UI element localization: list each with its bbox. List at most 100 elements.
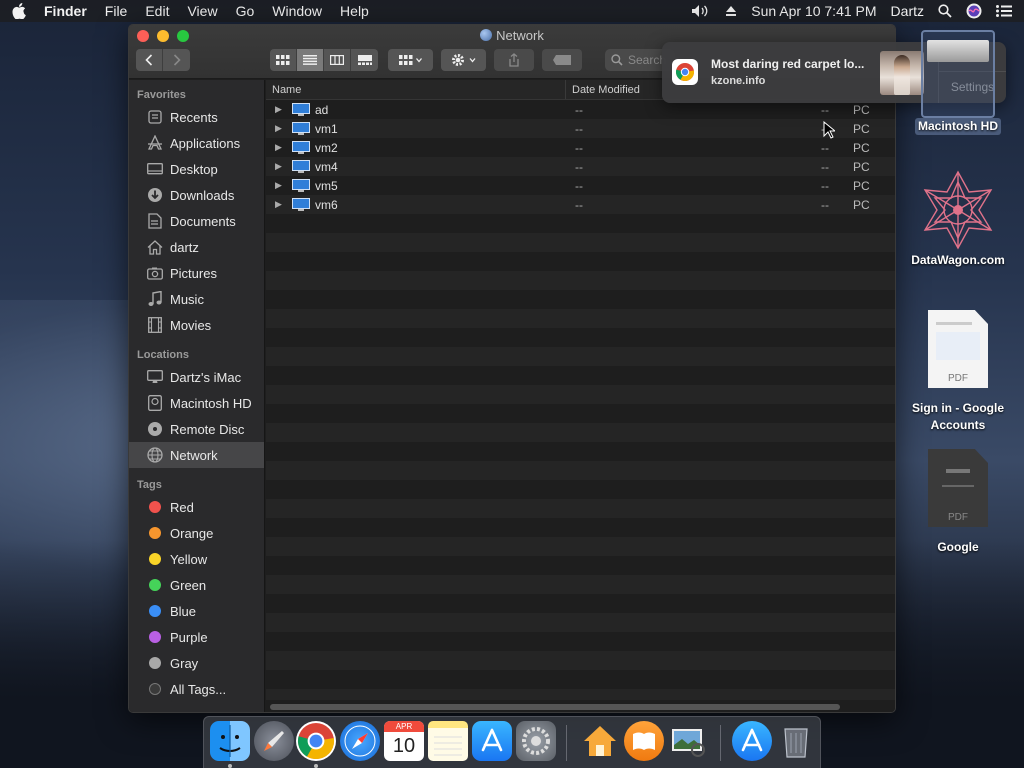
- row-size: --: [821, 197, 829, 212]
- menu-file[interactable]: File: [105, 3, 128, 19]
- calendar-dock-icon[interactable]: APR 10: [384, 721, 424, 761]
- row-name: vm2: [315, 140, 338, 155]
- eject-icon[interactable]: [725, 5, 737, 17]
- books-dock-icon[interactable]: [624, 721, 664, 761]
- sidebar-item-recents[interactable]: Recents: [129, 104, 264, 130]
- disclosure-triangle-icon[interactable]: ▶: [275, 123, 285, 134]
- horizontal-scrollbar[interactable]: [270, 704, 840, 710]
- disclosure-triangle-icon[interactable]: ▶: [275, 142, 285, 153]
- column-header-name[interactable]: Name: [266, 80, 566, 99]
- sidebar-item-tag-green[interactable]: Green: [129, 572, 264, 598]
- table-row[interactable]: ▶ vm6 -- -- PC: [266, 195, 895, 214]
- icon-view-button[interactable]: [270, 49, 297, 71]
- app-store-dock-icon[interactable]: [472, 721, 512, 761]
- sidebar-item-tag-orange[interactable]: Orange: [129, 520, 264, 546]
- sidebar-item-downloads[interactable]: Downloads: [129, 182, 264, 208]
- sidebar-item-desktop[interactable]: Desktop: [129, 156, 264, 182]
- edit-tags-button[interactable]: [542, 49, 582, 71]
- system-preferences-dock-icon[interactable]: [516, 721, 556, 761]
- forward-button[interactable]: [163, 49, 190, 71]
- all-tags-icon: [149, 683, 161, 695]
- group-by-button[interactable]: [388, 49, 433, 71]
- chrome-dock-icon[interactable]: [296, 721, 336, 761]
- menu-bar: Finder File Edit View Go Window Help Sun…: [0, 0, 1024, 22]
- sidebar-item-movies[interactable]: Movies: [129, 312, 264, 338]
- sidebar-item-applications[interactable]: Applications: [129, 130, 264, 156]
- sidebar-item-tag-red[interactable]: Red: [129, 494, 264, 520]
- sidebar-item-label: Desktop: [170, 161, 218, 177]
- sidebar-item-label: Yellow: [170, 551, 208, 567]
- row-date: --: [575, 102, 583, 117]
- pdf-badge-text: PDF: [948, 373, 968, 384]
- table-row[interactable]: ▶ vm4 -- -- PC: [266, 157, 895, 176]
- list-view-button[interactable]: [297, 49, 324, 71]
- sidebar-item-label: Documents: [170, 213, 236, 229]
- sidebar-item-macintosh-hd[interactable]: Macintosh HD: [129, 390, 264, 416]
- menu-help[interactable]: Help: [340, 3, 369, 19]
- volume-icon[interactable]: [691, 4, 711, 18]
- apple-menu-icon[interactable]: [12, 3, 26, 19]
- table-row[interactable]: ▶ vm2 -- -- PC: [266, 138, 895, 157]
- share-button[interactable]: [494, 49, 534, 71]
- row-size: --: [821, 102, 829, 117]
- search-placeholder: Search: [628, 53, 667, 67]
- nav-buttons: [136, 49, 190, 71]
- pdf-document-icon: PDF: [928, 449, 988, 527]
- sidebar-item-dartz[interactable]: dartz: [129, 234, 264, 260]
- notes-dock-icon[interactable]: [428, 721, 468, 761]
- menubar-user[interactable]: Dartz: [891, 3, 924, 19]
- table-row[interactable]: ▶ vm1 -- -- PC: [266, 119, 895, 138]
- row-date: --: [575, 159, 583, 174]
- menu-go[interactable]: Go: [236, 3, 255, 19]
- tag-orange-dot-icon: [149, 527, 161, 539]
- notification-center-icon[interactable]: [996, 5, 1012, 17]
- column-view-button[interactable]: [324, 49, 351, 71]
- disclosure-triangle-icon[interactable]: ▶: [275, 161, 285, 172]
- sidebar-item-tag-gray[interactable]: Gray: [129, 650, 264, 676]
- sidebar-item-tag-yellow[interactable]: Yellow: [129, 546, 264, 572]
- calendar-month: APR: [384, 721, 424, 732]
- desktop-icon-datawagon[interactable]: DataWagon.com: [898, 168, 1018, 269]
- sidebar-item-tag-purple[interactable]: Purple: [129, 624, 264, 650]
- row-kind: PC: [853, 102, 870, 117]
- finder-dock-icon[interactable]: [210, 721, 250, 761]
- sidebar-item-imac[interactable]: Dartz's iMac: [129, 364, 264, 390]
- row-size: --: [821, 140, 829, 155]
- datawagon-logo-icon: [923, 170, 993, 250]
- spotlight-search-icon[interactable]: [938, 4, 952, 18]
- launchpad-dock-icon[interactable]: [254, 721, 294, 761]
- row-kind: PC: [853, 140, 870, 155]
- row-date: --: [575, 178, 583, 193]
- action-gear-button[interactable]: [441, 49, 486, 71]
- row-name: vm6: [315, 197, 338, 212]
- siri-icon[interactable]: [966, 3, 982, 19]
- sidebar-item-documents[interactable]: Documents: [129, 208, 264, 234]
- menu-window[interactable]: Window: [272, 3, 322, 19]
- menu-view[interactable]: View: [187, 3, 217, 19]
- sidebar-item-pictures[interactable]: Pictures: [129, 260, 264, 286]
- sidebar-item-all-tags[interactable]: All Tags...: [129, 676, 264, 702]
- desktop-icon-signin-pdf[interactable]: PDF Sign in - Google Accounts: [898, 310, 1018, 434]
- gallery-view-button[interactable]: [351, 49, 378, 71]
- menubar-clock[interactable]: Sun Apr 10 7:41 PM: [751, 3, 876, 19]
- sidebar-item-music[interactable]: Music: [129, 286, 264, 312]
- menu-edit[interactable]: Edit: [145, 3, 169, 19]
- desktop-icon-macintosh-hd[interactable]: Macintosh HD: [908, 30, 1008, 135]
- desktop-icon-google-pdf[interactable]: PDF Google: [898, 449, 1018, 556]
- preview-dock-icon[interactable]: [668, 721, 708, 761]
- disclosure-triangle-icon[interactable]: ▶: [275, 104, 285, 115]
- trash-dock-icon[interactable]: [776, 721, 816, 761]
- table-row[interactable]: ▶ vm5 -- -- PC: [266, 176, 895, 195]
- sidebar-item-network[interactable]: Network: [129, 442, 264, 468]
- sidebar-item-label: Gray: [170, 655, 199, 671]
- tag-green-dot-icon: [149, 579, 161, 591]
- sidebar-item-remote-disc[interactable]: Remote Disc: [129, 416, 264, 442]
- app-store-downloads-dock-icon[interactable]: [732, 721, 772, 761]
- back-button[interactable]: [136, 49, 163, 71]
- disclosure-triangle-icon[interactable]: ▶: [275, 199, 285, 210]
- sidebar-item-tag-blue[interactable]: Blue: [129, 598, 264, 624]
- disclosure-triangle-icon[interactable]: ▶: [275, 180, 285, 191]
- home-dock-icon[interactable]: [580, 721, 620, 761]
- safari-dock-icon[interactable]: [340, 721, 380, 761]
- menu-finder[interactable]: Finder: [44, 3, 87, 19]
